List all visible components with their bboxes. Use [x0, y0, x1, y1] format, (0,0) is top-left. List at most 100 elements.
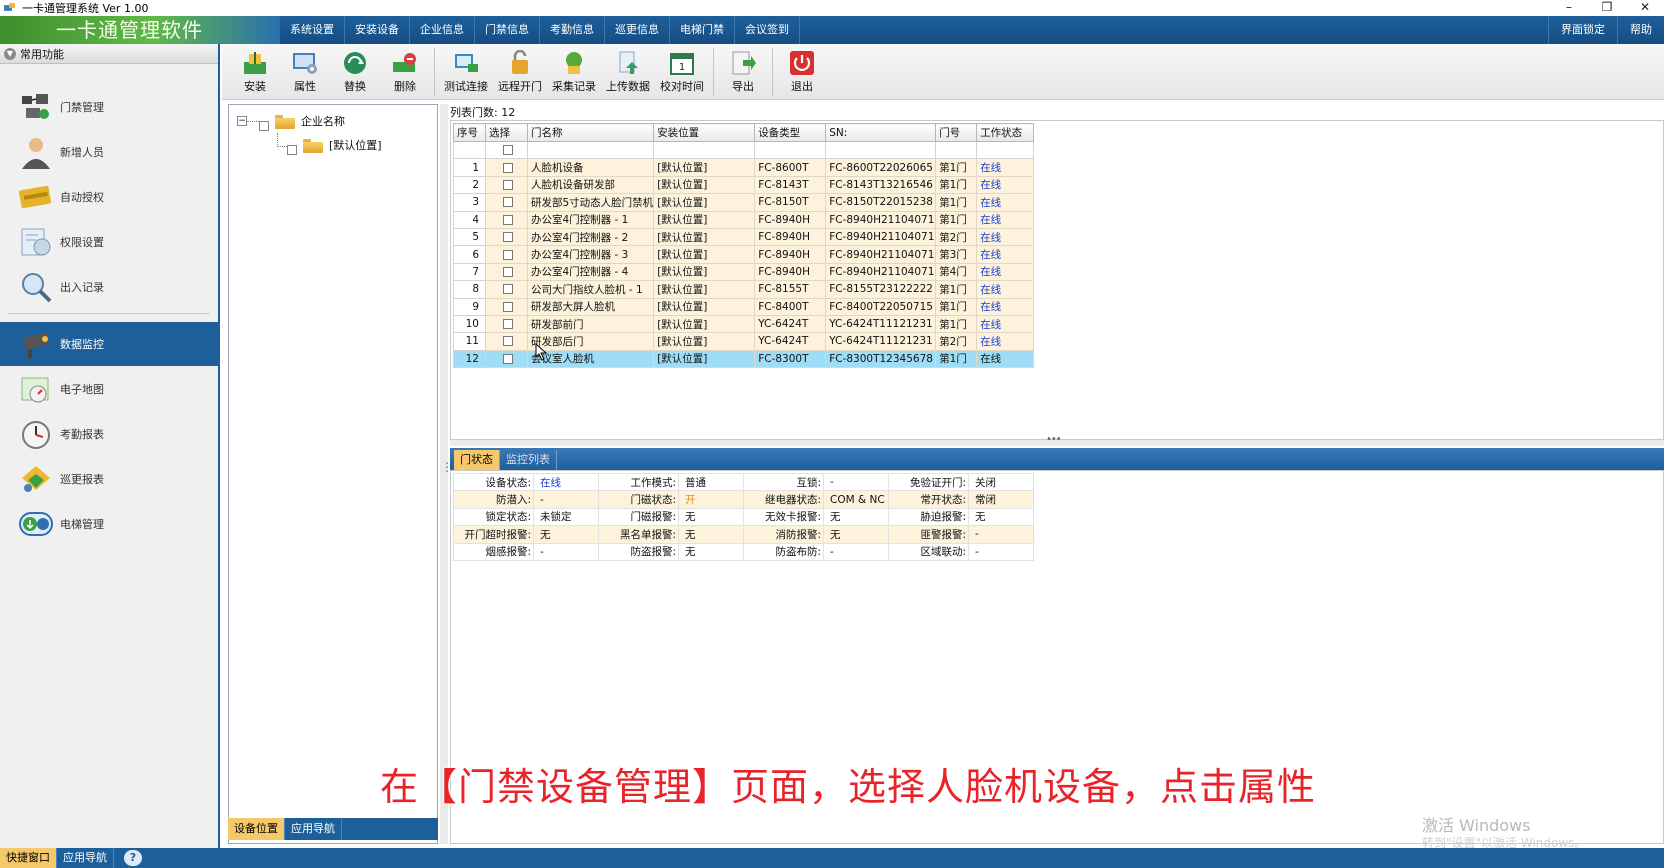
- vertical-splitter[interactable]: [440, 104, 453, 844]
- menu-meeting-signin[interactable]: 会议签到: [735, 16, 800, 44]
- table-row[interactable]: 8 公司大门指纹人脸机 - 1 [默认位置] FC-8155T FC-8155T2312…: [453, 280, 1035, 299]
- tab-footer-app-navigation[interactable]: 应用导航: [57, 848, 114, 868]
- sidebar-item-elevator-management[interactable]: 电梯管理: [0, 501, 218, 546]
- column-header-select[interactable]: 选择: [485, 123, 528, 142]
- status-value: 无: [533, 525, 599, 544]
- sidebar-header[interactable]: ▼ 常用功能: [0, 44, 218, 64]
- test-connection-button[interactable]: 测试连接: [439, 44, 493, 100]
- sidebar-item-access-records[interactable]: 出入记录: [0, 264, 218, 309]
- table-row[interactable]: 6 办公室4门控制器 - 3 [默认位置] FC-8940H FC-8940H21104…: [453, 245, 1035, 264]
- row-select: [485, 332, 528, 351]
- table-row[interactable]: 5 办公室4门控制器 - 2 [默认位置] FC-8940H FC-8940H21104…: [453, 227, 1035, 247]
- sidebar: ▼ 常用功能 门禁管理 新增人员 自动授权 权限设置 出入记录 数据监控 电子地…: [0, 44, 220, 848]
- column-header-door-no[interactable]: 门号: [935, 123, 978, 142]
- row-select: [485, 297, 528, 316]
- row-work-status: 在线: [976, 175, 1035, 195]
- column-header-work-status[interactable]: 工作状态: [976, 123, 1035, 142]
- menu-patrol-info[interactable]: 巡更信息: [605, 16, 670, 44]
- horizontal-splitter[interactable]: [450, 434, 1664, 446]
- tab-quick-window[interactable]: 快捷窗口: [0, 848, 57, 868]
- sidebar-item-data-monitor[interactable]: 数据监控: [0, 322, 218, 366]
- row-checkbox[interactable]: [503, 232, 513, 243]
- exit-button[interactable]: 退出: [777, 44, 827, 100]
- row-checkbox[interactable]: [503, 179, 513, 190]
- close-button[interactable]: ✕: [1626, 0, 1664, 16]
- menu-install-device[interactable]: 安装设备: [345, 16, 410, 44]
- table-row[interactable]: 4 办公室4门控制器 - 1 [默认位置] FC-8940H FC-8940H21104…: [453, 210, 1035, 229]
- restore-button[interactable]: ❐: [1588, 0, 1626, 16]
- row-checkbox[interactable]: [503, 319, 513, 330]
- tab-app-navigation[interactable]: 应用导航: [285, 818, 342, 840]
- menu-door-info[interactable]: 门禁信息: [475, 16, 540, 44]
- properties-button[interactable]: 属性: [280, 44, 330, 100]
- sidebar-item-door-management[interactable]: 门禁管理: [0, 84, 218, 129]
- sidebar-item-auto-authorize[interactable]: 自动授权: [0, 174, 218, 219]
- column-header-device-type[interactable]: 设备类型: [754, 123, 827, 142]
- column-header-index[interactable]: 序号: [453, 123, 486, 142]
- row-checkbox[interactable]: [503, 214, 513, 225]
- tree-expand-toggle[interactable]: −: [237, 116, 247, 126]
- main-menu: 系统设置 安装设备 企业信息 门禁信息 考勤信息 巡更信息 电梯门禁 会议签到: [280, 16, 800, 44]
- delete-button[interactable]: 删除: [380, 44, 430, 100]
- menu-company-info[interactable]: 企业信息: [410, 16, 475, 44]
- row-door-name: 办公室4门控制器 - 1: [526, 210, 655, 229]
- row-checkbox[interactable]: [503, 249, 513, 260]
- column-header-door-name[interactable]: 门名称: [526, 123, 655, 142]
- column-header-sn[interactable]: SN:: [825, 123, 937, 142]
- status-value: 无: [968, 507, 1034, 527]
- help-icon[interactable]: ?: [124, 850, 142, 866]
- table-row[interactable]: 1 人脸机设备 [默认位置] FC-8600T FC-8600T22026065 第1门在…: [453, 158, 1035, 177]
- sidebar-item-patrol-report[interactable]: 巡更报表: [0, 456, 218, 501]
- sidebar-item-electronic-map[interactable]: 电子地图: [0, 366, 218, 411]
- status-row: 防潜入: - 门磁状态: 开继电器状态: COM & NC 常开状态: 常闭: [453, 490, 1034, 509]
- row-checkbox[interactable]: [503, 336, 513, 347]
- row-checkbox[interactable]: [503, 353, 513, 364]
- sidebar-item-label: 电梯管理: [60, 517, 104, 531]
- table-row[interactable]: 7 办公室4门控制器 - 4 [默认位置] FC-8940H FC-8940H21104…: [453, 262, 1035, 282]
- minimize-button[interactable]: –: [1550, 0, 1588, 16]
- upload-data-button[interactable]: 上传数据: [601, 44, 655, 100]
- table-row[interactable]: 3 研发部5寸动态人脸门禁机 [默认位置] FC-8150T FC-8150T22015…: [453, 193, 1035, 212]
- table-row[interactable]: 10 研发部前门 [默认位置] YC-6424T YC-6424T11121231 第1门…: [453, 314, 1035, 334]
- menu-system-settings[interactable]: 系统设置: [280, 16, 345, 44]
- tab-monitor-list[interactable]: 监控列表: [500, 450, 557, 470]
- row-checkbox[interactable]: [503, 301, 513, 312]
- menu-elevator-access[interactable]: 电梯门禁: [670, 16, 735, 44]
- row-device-type: YC-6424T: [754, 314, 827, 334]
- tab-door-status[interactable]: 门状态: [454, 450, 500, 470]
- select-all-checkbox[interactable]: [503, 145, 513, 156]
- replace-button[interactable]: 替换: [330, 44, 380, 100]
- row-checkbox[interactable]: [503, 284, 513, 295]
- install-button[interactable]: 安装: [230, 44, 280, 100]
- sidebar-header-label: 常用功能: [20, 47, 64, 61]
- row-device-type: FC-8300T: [754, 349, 827, 369]
- collect-records-button[interactable]: 采集记录: [547, 44, 601, 100]
- tab-device-location[interactable]: 设备位置: [228, 818, 285, 840]
- menu-attendance-info[interactable]: 考勤信息: [540, 16, 605, 44]
- status-label: 区域联动:: [888, 542, 969, 561]
- collapse-icon[interactable]: ▼: [4, 47, 16, 60]
- sidebar-item-attendance-report[interactable]: 考勤报表: [0, 411, 218, 456]
- tree-root[interactable]: − 企业名称: [237, 111, 345, 131]
- column-header-install-location[interactable]: 安装位置: [653, 123, 756, 142]
- table-row[interactable]: 9 研发部大屏人脸机 [默认位置] FC-8400T FC-8400T22050715 第…: [453, 297, 1035, 316]
- calibrate-time-button[interactable]: 1 校对时间: [655, 44, 709, 100]
- menu-help[interactable]: 帮助: [1617, 16, 1664, 44]
- tree-root-checkbox[interactable]: [259, 121, 269, 131]
- tree-connector: [277, 133, 287, 147]
- remote-open-button[interactable]: 远程开门: [493, 44, 547, 100]
- sidebar-item-add-person[interactable]: 新增人员: [0, 129, 218, 174]
- row-checkbox[interactable]: [503, 197, 513, 208]
- sidebar-item-permission-settings[interactable]: 权限设置: [0, 219, 218, 264]
- export-button[interactable]: 导出: [718, 44, 768, 100]
- table-row[interactable]: 2 人脸机设备研发部 [默认位置] FC-8143T FC-8143T13216546 第…: [453, 175, 1035, 195]
- menu-lock-interface[interactable]: 界面锁定: [1548, 16, 1617, 44]
- status-value: -: [533, 542, 599, 561]
- tree-child[interactable]: [默认位置]: [277, 133, 382, 155]
- row-checkbox[interactable]: [503, 162, 513, 173]
- row-checkbox[interactable]: [503, 266, 513, 277]
- row-door-name: 办公室4门控制器 - 4: [526, 262, 655, 282]
- tree-child-checkbox[interactable]: [287, 145, 297, 155]
- list-count: 列表门数: 12: [450, 106, 516, 119]
- row-door-name: 研发部前门: [526, 314, 655, 334]
